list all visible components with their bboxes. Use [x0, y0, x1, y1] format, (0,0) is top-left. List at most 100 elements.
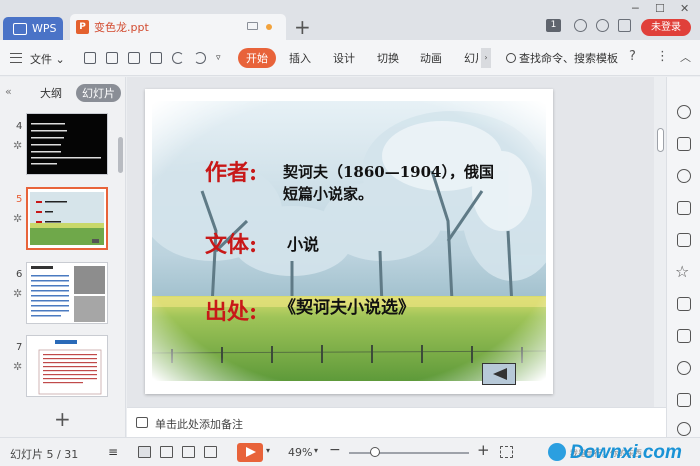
slide-6-preview — [31, 266, 105, 322]
tab-home[interactable]: 开始 — [238, 48, 276, 68]
downxi-logo-icon — [548, 443, 566, 461]
apps-icon[interactable] — [618, 19, 631, 32]
star-icon[interactable]: ☆ — [675, 264, 689, 280]
slide-sorter-icon[interactable] — [160, 446, 173, 458]
tab-insert[interactable]: 插入 — [289, 50, 311, 66]
search-icon — [506, 53, 516, 63]
sync-icon[interactable] — [677, 361, 691, 375]
maximize-button[interactable]: ☐ — [655, 2, 665, 15]
zoom-slider-track[interactable] — [349, 452, 469, 454]
command-search[interactable]: 查找命令、搜索模板 — [506, 50, 618, 66]
animation-star-icon: ✲ — [13, 287, 23, 300]
tab-animation[interactable]: 动画 — [420, 50, 442, 66]
notes-placeholder[interactable]: 单击此处添加备注 — [155, 416, 243, 432]
slide-4-preview — [31, 123, 101, 165]
wps-logo-icon — [13, 22, 27, 35]
slide-number: 7 — [16, 342, 23, 353]
login-button[interactable]: 未登录 — [641, 19, 691, 36]
slide-thumbnail-6[interactable] — [26, 262, 108, 324]
source-text: 《契诃夫小说选》 — [279, 298, 415, 318]
title-bar: WPS P 变色龙.ppt + 1 未登录 ─ ☐ ✕ — [0, 0, 700, 40]
fit-window-icon[interactable] — [500, 446, 513, 458]
collapse-ribbon-icon[interactable]: ︿ — [680, 49, 691, 65]
tab-slideshow[interactable]: 幻片 — [464, 50, 478, 66]
print-icon[interactable] — [128, 52, 140, 64]
tab-wps-label: WPS — [32, 22, 57, 35]
animation-star-icon: ✲ — [13, 360, 23, 373]
slide-number: 4 — [16, 121, 23, 132]
zoom-options-chevron-icon[interactable]: ▾ — [314, 446, 318, 455]
window-count-badge[interactable]: 1 — [546, 19, 561, 32]
shape-icon[interactable] — [677, 169, 691, 183]
hamburger-menu-icon[interactable] — [10, 53, 22, 63]
animation-star-icon: ✲ — [13, 212, 23, 225]
share-icon[interactable] — [596, 19, 609, 32]
tab-design[interactable]: 设计 — [333, 50, 355, 66]
tab-slides[interactable]: 幻灯片 — [76, 84, 121, 102]
status-bar: 幻灯片 5 / 31 ≡ ▾ 49% ▾ − + 我是显行。你的东西 Downx… — [0, 437, 700, 466]
skin-icon[interactable] — [574, 19, 587, 32]
archive-icon[interactable] — [677, 297, 691, 311]
tab-transition[interactable]: 切换 — [377, 50, 399, 66]
slide-thumbnail-7[interactable] — [26, 335, 108, 397]
save-icon[interactable] — [84, 52, 96, 64]
redo-icon[interactable] — [194, 52, 206, 64]
picture-icon[interactable] — [677, 393, 691, 407]
tab-outline[interactable]: 大纲 — [40, 85, 62, 101]
canvas-scrollbar[interactable] — [657, 128, 664, 152]
add-slide-button[interactable]: + — [54, 407, 71, 431]
properties-icon[interactable] — [677, 201, 691, 215]
new-tab-button[interactable]: + — [294, 17, 311, 37]
slide-thumbnail-5[interactable] — [26, 187, 108, 250]
file-menu-button[interactable]: 文件 ⌄ — [30, 51, 65, 67]
slide-5-preview — [30, 192, 104, 245]
zoom-slider-knob[interactable] — [370, 447, 380, 457]
source-label: 出处: — [205, 299, 258, 325]
slide-canvas[interactable]: 作者: 契诃夫（1860—1904），俄国 短篇小说家。 文体: 小说 出处: … — [127, 77, 654, 407]
screen-icon[interactable] — [247, 22, 258, 30]
author-text-line2: 短篇小说家。 — [283, 185, 374, 203]
current-slide[interactable]: 作者: 契诃夫（1860—1904），俄国 短篇小说家。 文体: 小说 出处: … — [145, 89, 553, 394]
play-slideshow-button[interactable] — [237, 443, 263, 462]
presenter-view-icon[interactable] — [204, 446, 217, 458]
quick-access-dropdown-icon[interactable]: ▿ — [216, 52, 228, 64]
watermark-text: Downxi.com — [570, 442, 682, 463]
undo-icon[interactable] — [172, 52, 184, 64]
audio-icon[interactable] — [677, 422, 691, 436]
file-menu-label: 文件 — [30, 53, 52, 66]
author-label: 作者: — [205, 160, 258, 186]
zoom-out-button[interactable]: − — [329, 442, 341, 458]
author-text-line1: 契诃夫（1860—1904），俄国 — [283, 163, 494, 181]
slides-panel-scrollbar[interactable] — [118, 137, 123, 173]
help-button[interactable]: ? — [629, 49, 636, 64]
tabs-scroll-right-icon[interactable]: › — [481, 48, 491, 68]
genre-label: 文体: — [205, 232, 258, 258]
previous-slide-action-button[interactable] — [482, 363, 516, 385]
notes-toggle-icon[interactable]: ≡ — [108, 446, 121, 458]
notes-pane[interactable]: 单击此处添加备注 — [127, 407, 666, 437]
zoom-in-button[interactable]: + — [477, 441, 490, 459]
image-library-icon[interactable] — [677, 233, 691, 247]
zoom-percentage[interactable]: 49% — [288, 446, 312, 459]
slides-panel: « 大纲 幻灯片 4 ✲ 5 ✲ 6 ✲ 7 ✲ + — [0, 77, 126, 437]
slide-7-preview — [38, 340, 102, 395]
print-preview-icon[interactable] — [150, 52, 162, 64]
share-export-icon[interactable] — [677, 329, 691, 343]
tab-document[interactable]: P 变色龙.ppt — [70, 14, 286, 40]
export-pdf-icon[interactable] — [106, 52, 118, 64]
tab-wps-home[interactable]: WPS — [3, 17, 63, 40]
layout-icon[interactable] — [677, 137, 691, 151]
reading-view-icon[interactable] — [182, 446, 195, 458]
slide-thumbnail-4[interactable] — [26, 113, 108, 175]
slide-number: 6 — [16, 269, 23, 280]
normal-view-icon[interactable] — [138, 446, 151, 458]
minimize-button[interactable]: ─ — [632, 2, 639, 15]
play-options-chevron-icon[interactable]: ▾ — [266, 446, 270, 455]
more-options-icon[interactable]: ⋮ — [656, 49, 669, 64]
note-icon — [136, 417, 148, 428]
collapse-panel-icon[interactable]: « — [5, 85, 12, 98]
close-button[interactable]: ✕ — [680, 2, 689, 15]
command-search-label: 查找命令、搜索模板 — [519, 52, 618, 65]
design-icon[interactable] — [677, 105, 691, 119]
ribbon-toolbar: 文件 ⌄ ▿ 开始 插入 设计 切换 动画 幻片 › 查找命令、搜索模板 ? ⋮… — [0, 40, 700, 76]
